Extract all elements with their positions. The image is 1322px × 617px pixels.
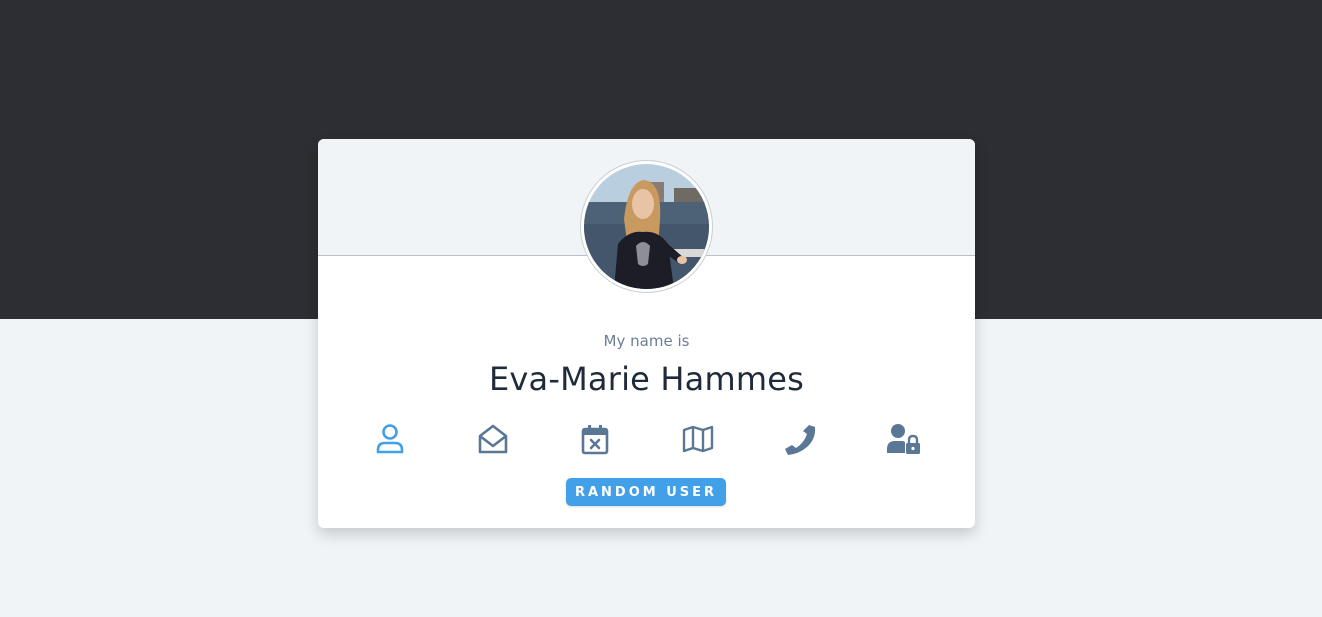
user-lock-icon[interactable] [852, 419, 954, 459]
random-user-button[interactable]: RANDOM USER [566, 478, 726, 506]
info-icons [339, 419, 954, 459]
calendar-x-icon[interactable] [544, 419, 646, 459]
map-icon[interactable] [647, 419, 749, 459]
user-name: Eva-Marie Hammes [488, 360, 804, 398]
info-label: My name is [603, 332, 690, 350]
envelope-open-icon[interactable] [442, 419, 544, 459]
phone-icon[interactable] [749, 419, 851, 459]
avatar-photo [584, 164, 709, 289]
user-card: My name is Eva-Marie Hammes RANDOM USER [318, 139, 975, 528]
user-icon[interactable] [339, 419, 441, 459]
avatar [580, 160, 713, 293]
